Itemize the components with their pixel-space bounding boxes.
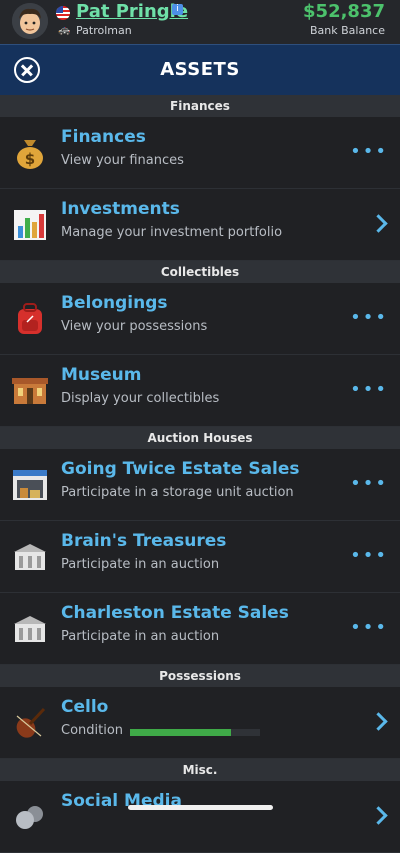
us-flag-icon: [56, 6, 70, 20]
page-title: ASSETS: [160, 59, 240, 80]
section-header-collectibles: Collectibles: [0, 261, 400, 283]
list-item-investments[interactable]: Investments Manage your investment portf…: [0, 189, 400, 261]
more-dots-icon[interactable]: •••: [350, 379, 388, 400]
list-item-title: Cello: [61, 697, 109, 717]
storage-unit-icon: [12, 467, 48, 503]
auction-house-icon: [12, 539, 48, 575]
info-icon[interactable]: i: [172, 4, 183, 15]
list-item-subtitle: Manage your investment portfolio: [61, 225, 283, 240]
assets-list: Finances $ Finances View your finances •…: [0, 95, 400, 853]
page-header: ASSETS: [0, 44, 400, 96]
more-dots-icon[interactable]: •••: [350, 545, 388, 566]
violin-icon: [12, 705, 48, 741]
list-item-social-media[interactable]: Social Media: [0, 781, 400, 853]
list-item-title: Brain's Treasures: [61, 531, 227, 551]
list-item-subtitle: Display your collectibles: [61, 391, 220, 406]
list-item-subtitle: View your finances: [61, 153, 184, 168]
museum-icon: [12, 373, 48, 409]
list-item-belongings[interactable]: Belongings View your possessions •••: [0, 283, 400, 355]
more-dots-icon[interactable]: •••: [350, 141, 388, 162]
car-icon: 🚓: [58, 25, 71, 36]
list-item-brains-treasures[interactable]: Brain's Treasures Participate in an auct…: [0, 521, 400, 593]
svg-text:$: $: [25, 150, 35, 168]
list-item-cello[interactable]: Cello Condition: [0, 687, 400, 759]
condition-bar: [130, 729, 260, 736]
list-item-title: Finances: [61, 127, 146, 147]
section-header-possessions: Possessions: [0, 665, 400, 687]
more-dots-icon[interactable]: •••: [350, 307, 388, 328]
home-indicator[interactable]: [128, 805, 273, 810]
condition-label: Condition: [61, 723, 124, 738]
list-item-title: Investments: [61, 199, 180, 219]
section-header-finances: Finances: [0, 95, 400, 117]
list-item-title: Charleston Estate Sales: [61, 603, 289, 623]
chevron-right-icon[interactable]: [369, 712, 388, 731]
list-item-going-twice-estate-sales[interactable]: Going Twice Estate Sales Participate in …: [0, 449, 400, 521]
list-item-subtitle: View your possessions: [61, 319, 208, 334]
social-media-icon: [12, 799, 48, 835]
bank-balance: $52,837: [303, 1, 385, 22]
list-item-title: Going Twice Estate Sales: [61, 459, 300, 479]
bank-balance-label: Bank Balance: [310, 24, 385, 37]
list-item-subtitle: Participate in an auction: [61, 629, 220, 644]
job-title: Patrolman: [76, 24, 132, 37]
list-item-title: Belongings: [61, 293, 168, 313]
more-dots-icon[interactable]: •••: [350, 617, 388, 638]
condition-bar-fill: [130, 729, 232, 736]
list-item-subtitle: Participate in a storage unit auction: [61, 485, 294, 500]
chevron-right-icon[interactable]: [369, 214, 388, 233]
bar-chart-icon: [12, 207, 48, 243]
money-bag-icon: $: [12, 135, 48, 171]
list-item-finances[interactable]: $ Finances View your finances •••: [0, 117, 400, 189]
section-header-misc: Misc.: [0, 759, 400, 781]
status-bar: Pat Pringle i 🚓 Patrolman $52,837 Bank B…: [0, 0, 400, 44]
list-item-museum[interactable]: Museum Display your collectibles •••: [0, 355, 400, 427]
list-item-subtitle: Participate in an auction: [61, 557, 220, 572]
section-header-auction-houses: Auction Houses: [0, 427, 400, 449]
more-dots-icon[interactable]: •••: [350, 473, 388, 494]
backpack-icon: [12, 301, 48, 337]
auction-house-icon: [12, 611, 48, 647]
list-item-title: Museum: [61, 365, 142, 385]
avatar[interactable]: [12, 3, 48, 39]
list-item-charleston-estate-sales[interactable]: Charleston Estate Sales Participate in a…: [0, 593, 400, 665]
chevron-right-icon[interactable]: [369, 806, 388, 825]
